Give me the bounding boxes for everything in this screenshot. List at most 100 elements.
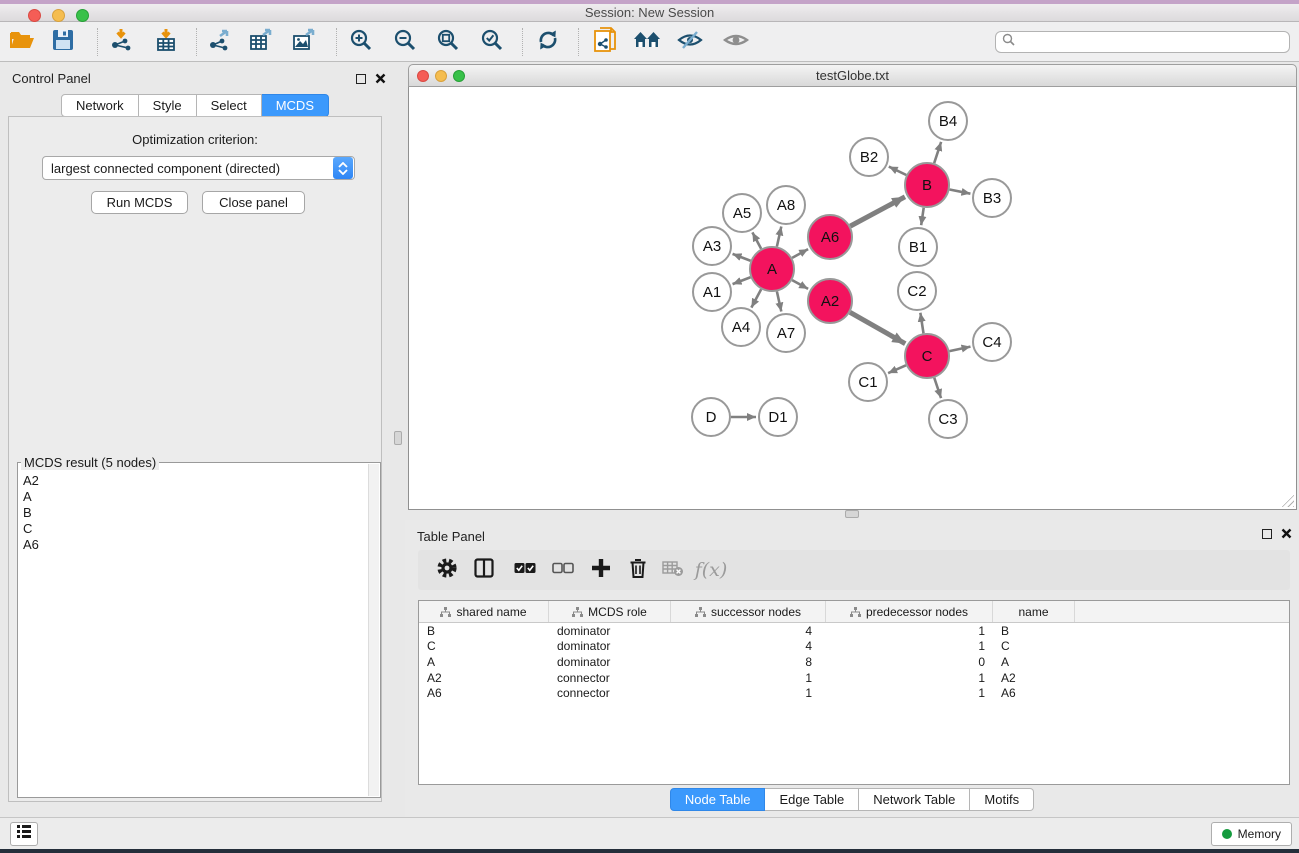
float-panel-icon[interactable]	[1262, 529, 1272, 539]
graph-edge-A-A6[interactable]	[792, 249, 808, 258]
graph-edge-A2-C[interactable]	[850, 312, 905, 343]
tab-node-table[interactable]: Node Table	[670, 788, 766, 811]
network-zoom-light[interactable]	[453, 70, 465, 82]
table-cell: 1	[826, 671, 993, 685]
mcds-result-item[interactable]: A	[20, 489, 366, 505]
column-header-MCDS-role[interactable]: MCDS role	[549, 601, 671, 622]
network-minimize-light[interactable]	[435, 70, 447, 82]
graph-edge-A-A2[interactable]	[792, 280, 808, 289]
table-cell: A2	[419, 671, 549, 685]
table-row-A[interactable]: Adominator80A	[419, 654, 1289, 670]
graph-node-label-A7: A7	[777, 325, 795, 342]
tab-mcds[interactable]: MCDS	[262, 94, 329, 117]
deselect-all-button[interactable]	[546, 553, 580, 587]
graph-node-label-C2: C2	[907, 283, 926, 300]
tab-network-table[interactable]: Network Table	[859, 788, 970, 811]
graph-node-label-A6: A6	[821, 229, 839, 246]
close-panel-icon[interactable]	[375, 73, 386, 84]
graph-edge-A-A4[interactable]	[751, 289, 761, 307]
column-header-shared-name[interactable]: shared name	[419, 601, 549, 622]
vertical-splitter-handle[interactable]	[394, 431, 402, 445]
table-cell: B	[419, 624, 549, 638]
save-session-button[interactable]	[45, 24, 81, 60]
node-table[interactable]: shared nameMCDS rolesuccessor nodesprede…	[418, 600, 1290, 785]
preview-eye-button[interactable]	[718, 24, 754, 60]
open-session-button[interactable]	[4, 24, 40, 60]
columns-icon	[474, 558, 494, 583]
graph-edge-C-C2[interactable]	[920, 313, 923, 334]
home-button[interactable]	[629, 24, 665, 60]
zoom-selected-button[interactable]	[474, 24, 510, 60]
zoom-fit-button[interactable]	[430, 24, 466, 60]
table-cell: 1	[826, 624, 993, 638]
table-row-B[interactable]: Bdominator41B	[419, 623, 1289, 639]
tab-network[interactable]: Network	[61, 94, 139, 117]
split-columns-button[interactable]	[467, 553, 501, 587]
graph-edge-A-A3[interactable]	[733, 254, 751, 261]
graph-edge-C-C1[interactable]	[888, 365, 906, 373]
column-header-name[interactable]: name	[993, 601, 1075, 622]
graph-edge-B-B3[interactable]	[950, 190, 971, 194]
import-network-button[interactable]	[103, 24, 139, 60]
table-row-A2[interactable]: A2connector11A2	[419, 670, 1289, 686]
apply-function-button[interactable]: f(x)	[694, 553, 728, 587]
table-row-C[interactable]: Cdominator41C	[419, 639, 1289, 655]
tab-edge-table[interactable]: Edge Table	[765, 788, 859, 811]
tab-motifs[interactable]: Motifs	[970, 788, 1034, 811]
zoom-out-button[interactable]	[387, 24, 423, 60]
graph-edge-A6-B[interactable]	[850, 197, 905, 226]
mcds-list-scrollbar[interactable]	[368, 464, 379, 796]
export-network-button[interactable]	[201, 24, 237, 60]
graph-edge-B-B2[interactable]	[889, 167, 906, 175]
search-input[interactable]	[1015, 35, 1289, 49]
zoom-in-button[interactable]	[343, 24, 379, 60]
tab-style[interactable]: Style	[139, 94, 197, 117]
new-network-from-selection-button[interactable]	[588, 24, 624, 60]
search-field[interactable]	[995, 31, 1290, 53]
import-table-button[interactable]	[148, 24, 184, 60]
close-panel-button[interactable]: Close panel	[202, 191, 305, 214]
mcds-result-item[interactable]: C	[20, 521, 366, 537]
task-history-button[interactable]	[10, 822, 38, 846]
table-cell: 8	[671, 655, 826, 669]
toolbar-separator	[578, 28, 579, 56]
table-row-A6[interactable]: A6connector11A6	[419, 685, 1289, 701]
export-table-button[interactable]	[243, 24, 279, 60]
control-panel-tabs: NetworkStyleSelectMCDS	[0, 94, 390, 117]
mcds-result-item[interactable]: A6	[20, 537, 366, 553]
close-window-light[interactable]	[28, 9, 41, 22]
network-window-titlebar[interactable]: testGlobe.txt	[408, 64, 1297, 87]
close-panel-icon[interactable]	[1281, 528, 1292, 539]
select-all-button[interactable]	[508, 553, 542, 587]
add-column-button[interactable]	[584, 553, 618, 587]
graph-edge-C-C3[interactable]	[934, 378, 941, 398]
export-image-icon	[292, 28, 316, 57]
run-mcds-button[interactable]: Run MCDS	[91, 191, 188, 214]
float-panel-icon[interactable]	[356, 74, 366, 84]
show-hide-toggle-button[interactable]	[672, 24, 708, 60]
minimize-window-light[interactable]	[52, 9, 65, 22]
refresh-button[interactable]	[530, 24, 566, 60]
delete-column-button[interactable]	[621, 553, 655, 587]
optimization-criterion-select[interactable]: largest connected component (directed)	[42, 156, 355, 180]
graph-edge-B-B1[interactable]	[921, 208, 924, 225]
mcds-result-item[interactable]: A2	[20, 473, 366, 489]
column-header-predecessor-nodes[interactable]: predecessor nodes	[826, 601, 993, 622]
export-image-button[interactable]	[286, 24, 322, 60]
table-settings-button[interactable]	[430, 553, 464, 587]
graph-edge-A-A1[interactable]	[733, 277, 751, 284]
mcds-result-item[interactable]: B	[20, 505, 366, 521]
graph-edge-A-A7[interactable]	[777, 291, 781, 311]
memory-button[interactable]: Memory	[1211, 822, 1292, 846]
zoom-window-light[interactable]	[76, 9, 89, 22]
graph-edge-B-B4[interactable]	[934, 142, 941, 163]
graph-edge-A-A5[interactable]	[752, 232, 761, 248]
tab-select[interactable]: Select	[197, 94, 262, 117]
network-close-light[interactable]	[417, 70, 429, 82]
horizontal-splitter-handle[interactable]	[845, 510, 859, 518]
graph-edge-A-A8[interactable]	[777, 226, 781, 246]
delete-table-button[interactable]	[656, 553, 690, 587]
column-header-successor-nodes[interactable]: successor nodes	[671, 601, 826, 622]
network-canvas[interactable]: B4B2BB3A8A5A6A3B1AC2A1A2A4A7C4CC1DC3D1	[408, 87, 1297, 510]
graph-edge-C-C4[interactable]	[949, 347, 970, 352]
